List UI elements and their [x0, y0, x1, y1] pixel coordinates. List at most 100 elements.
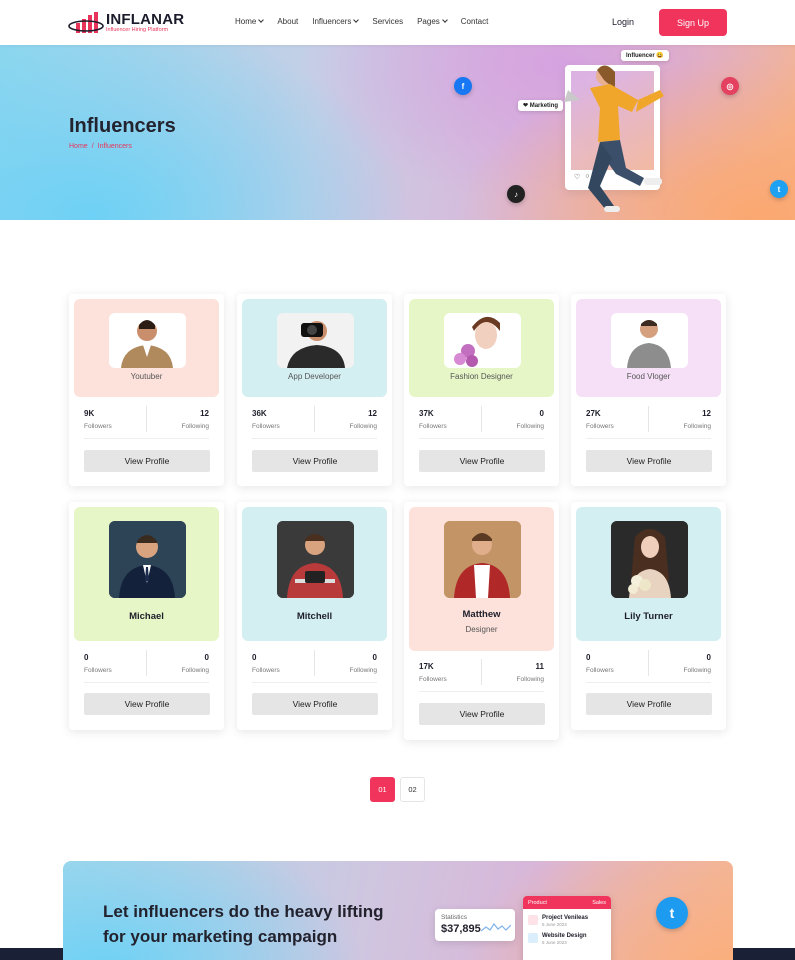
influencer-name[interactable]: Lily Turner	[576, 611, 721, 622]
card-header: Michael	[74, 507, 219, 641]
following-count: 12	[200, 409, 209, 418]
sparkline-icon	[481, 922, 511, 932]
view-profile-button[interactable]: View Profile	[419, 703, 545, 725]
following-label: Following	[349, 423, 377, 430]
followers-label: Followers	[419, 676, 447, 683]
avatar	[277, 521, 354, 598]
breadcrumb-separator: /	[91, 143, 94, 150]
view-profile-button[interactable]: View Profile	[252, 693, 378, 715]
nav-contact-label: Contact	[460, 17, 489, 26]
nav-influencers[interactable]: Influencers	[312, 17, 360, 26]
following-count: 0	[204, 653, 209, 662]
influencer-name[interactable]: Mitchell	[242, 611, 387, 622]
product-name: Project Venileas	[542, 915, 589, 921]
influencer-card: Matthew Designer 17K Followers 11 Follow…	[404, 502, 559, 740]
avatar	[277, 313, 354, 368]
card-header: Matthew Designer	[409, 507, 554, 651]
card-role: App Developer	[288, 372, 341, 381]
stat-divider	[481, 406, 482, 432]
followers-label: Followers	[252, 667, 280, 674]
divider	[419, 691, 544, 692]
page-title: Influencers	[69, 115, 176, 137]
view-profile-button[interactable]: View Profile	[419, 450, 545, 472]
followers-count: 37K	[419, 409, 434, 418]
marketing-tag: ❤ Marketing	[518, 100, 564, 111]
followers-label: Followers	[84, 423, 112, 430]
followers-label: Followers	[84, 667, 112, 674]
card-header: Food Vloger	[576, 299, 721, 397]
logo[interactable]: INFLANAR Influencer Hiring Platform	[68, 9, 184, 37]
stat-divider	[146, 406, 147, 432]
nav-pages-label: Pages	[417, 17, 440, 26]
following-label: Following	[181, 423, 209, 430]
influencer-card: App Developer 36K Followers 12 Following…	[237, 294, 392, 486]
stat-divider	[481, 659, 482, 685]
stat-divider	[648, 650, 649, 676]
instagram-icon: ◎	[721, 77, 739, 95]
jumping-woman-illustration	[564, 65, 664, 212]
influencer-card: Lily Turner 0 Followers 0 Following View…	[571, 502, 726, 730]
nav-contact[interactable]: Contact	[461, 17, 489, 26]
divider	[252, 438, 377, 439]
divider	[419, 438, 544, 439]
view-profile-button[interactable]: View Profile	[586, 450, 712, 472]
person-photo	[627, 320, 671, 368]
followers-label: Followers	[586, 423, 614, 430]
followers-label: Followers	[586, 667, 614, 674]
avatar	[444, 313, 521, 368]
breadcrumb-home[interactable]: Home	[69, 143, 88, 150]
avatar	[444, 521, 521, 598]
product-name: Website Design	[542, 933, 587, 939]
product-date: 5 June 2023	[542, 940, 567, 945]
followers-label: Followers	[419, 423, 447, 430]
expand-icon	[528, 933, 538, 943]
cta-banner: Let influencers do the heavy lifting for…	[63, 861, 733, 960]
view-profile-button[interactable]: View Profile	[84, 693, 210, 715]
nav-pages[interactable]: Pages	[417, 17, 448, 26]
page-button-2[interactable]: 02	[400, 777, 425, 802]
signup-button[interactable]: Sign Up	[659, 9, 727, 36]
divider	[586, 682, 711, 683]
divider	[84, 438, 209, 439]
person-photo	[611, 521, 688, 598]
following-label: Following	[349, 667, 377, 674]
view-profile-button[interactable]: View Profile	[586, 693, 712, 715]
card-role: Designer	[465, 625, 498, 634]
cta-title: Let influencers do the heavy lifting for…	[103, 902, 384, 946]
view-profile-button[interactable]: View Profile	[84, 450, 210, 472]
following-count: 12	[368, 409, 377, 418]
followers-count: 9K	[84, 409, 95, 418]
nav-services[interactable]: Services	[372, 17, 403, 26]
nav-home[interactable]: Home	[235, 17, 265, 26]
followers-count: 0	[84, 653, 89, 662]
product-header-label: Product	[528, 899, 547, 906]
logo-bars-icon	[68, 12, 104, 33]
divider	[586, 438, 711, 439]
twitter-icon: t	[656, 897, 688, 929]
nav-about[interactable]: About	[277, 17, 298, 26]
person-photo	[277, 521, 354, 598]
followers-count: 0	[586, 653, 591, 662]
influencer-card: Fashion Designer 37K Followers 0 Followi…	[404, 294, 559, 486]
following-label: Following	[516, 423, 544, 430]
following-label: Following	[683, 423, 711, 430]
card-header: App Developer	[242, 299, 387, 397]
card-role: Food Vloger	[626, 372, 671, 381]
followers-count: 0	[252, 653, 257, 662]
product-card: Product Sales Project Venileas 5 June 2023…	[523, 896, 611, 960]
tiktok-icon: ♪	[507, 185, 525, 203]
statistics-value: $37,895	[441, 923, 481, 935]
influencer-card: Food Vloger 27K Followers 12 Following V…	[571, 294, 726, 486]
page-button-1[interactable]: 01	[370, 777, 395, 802]
card-role: Youtuber	[130, 372, 163, 381]
view-profile-button[interactable]: View Profile	[252, 450, 378, 472]
influencer-tag: Influencer 😀	[621, 50, 669, 61]
divider	[84, 682, 209, 683]
influencer-name[interactable]: Michael	[74, 611, 219, 622]
followers-label: Followers	[252, 423, 280, 430]
chevron-down-icon	[258, 17, 265, 23]
influencer-name[interactable]: Matthew	[409, 609, 554, 620]
followers-count: 36K	[252, 409, 267, 418]
divider	[252, 682, 377, 683]
login-link[interactable]: Login	[612, 17, 634, 27]
